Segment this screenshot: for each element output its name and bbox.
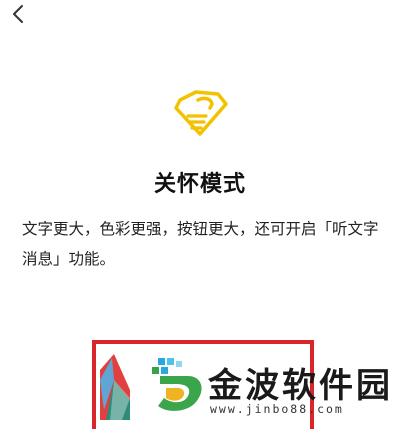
care-heart-hand-icon xyxy=(170,82,230,142)
chevron-left-icon xyxy=(11,4,25,28)
watermark-logo-icon xyxy=(152,358,202,411)
watermark-brand: 金波软件园 xyxy=(208,366,393,406)
preview-thumbnail xyxy=(100,350,130,420)
watermark-url: www.jinbo88.com xyxy=(210,402,344,416)
back-button[interactable] xyxy=(6,4,30,28)
watermark: 金波软件园 www.jinbo88.com xyxy=(152,356,392,426)
mode-description: 文字更大，色彩更强，按钮更大，还可开启「听文字消息」功能。 xyxy=(22,220,379,268)
page-title: 关怀模式 xyxy=(153,172,246,197)
care-mode-page: 关怀模式 文字更大，色彩更强，按钮更大，还可开启「听文字消息」功能。 金波软件园… xyxy=(0,0,400,429)
